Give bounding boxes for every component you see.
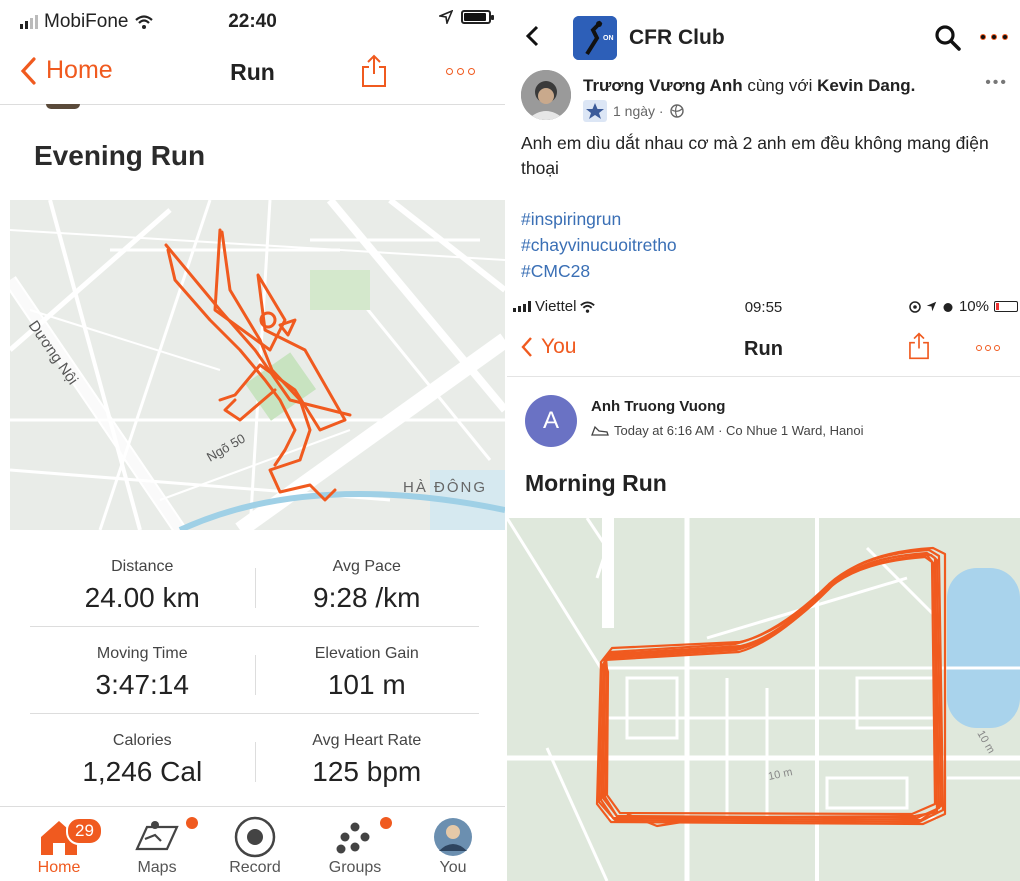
more-options-button[interactable]	[446, 68, 475, 75]
athlete-name[interactable]: Anh Truong Vuong	[591, 398, 725, 415]
page-title: Run	[744, 338, 783, 360]
svg-text:ON: ON	[603, 35, 614, 42]
stat-avg-heart-rate: Avg Heart Rate 125 bpm	[312, 732, 422, 787]
activity-title: Evening Run	[34, 140, 206, 171]
globe-icon	[669, 104, 684, 118]
tab-you[interactable]: You	[408, 815, 498, 877]
post-text: Anh em dìu dắt nhau cơ mà 2 anh em đều k…	[521, 133, 989, 178]
activity-title: Morning Run	[525, 470, 667, 496]
tab-record[interactable]: Record	[210, 815, 300, 877]
strava-evening-run-screen: MobiFone 22:40 Home Run Evening Run Dươn…	[0, 0, 505, 881]
avatar-icon	[434, 818, 472, 856]
author-name[interactable]: Trương Vương Anh	[583, 76, 743, 95]
back-button[interactable]	[525, 22, 539, 54]
hashtag-link[interactable]: #chayvinucuoitretho	[521, 232, 677, 258]
tab-label: Record	[229, 859, 281, 876]
search-icon[interactable]	[934, 24, 962, 52]
tab-label: You	[439, 859, 467, 876]
stats-row: Distance 24.00 km Avg Pace 9:28 /km	[30, 540, 479, 627]
battery-percent: 10%	[958, 298, 989, 315]
battery-icon	[994, 301, 1018, 312]
groups-dot	[380, 817, 392, 829]
stats-grid: Distance 24.00 km Avg Pace 9:28 /km Moving…	[30, 540, 479, 801]
athlete-avatar[interactable]: A	[525, 395, 577, 447]
post-header: Trương Vương Anh cùng với Kevin Dang.	[583, 76, 915, 96]
stats-row: Calories 1,246 Cal Avg Heart Rate 125 bpm	[30, 714, 479, 801]
alarm-icon	[943, 302, 953, 312]
post-time: 1 ngày ·	[613, 103, 664, 119]
hashtag-link[interactable]: #inspiringrun	[521, 206, 677, 232]
record-icon	[234, 816, 276, 858]
stat-elevation-gain: Elevation Gain 101 m	[314, 645, 419, 700]
stat-distance: Distance 24.00 km	[84, 558, 200, 613]
embedded-nav-bar: You Run	[507, 326, 1020, 376]
post-meta: 1 ngày ·	[583, 100, 684, 122]
battery-icon	[461, 10, 494, 24]
chevron-left-icon	[525, 25, 539, 47]
maps-dot	[186, 817, 198, 829]
groups-icon	[336, 822, 370, 854]
tagged-name[interactable]: Kevin Dang.	[817, 76, 915, 95]
tab-home[interactable]: 29 Home	[14, 815, 104, 877]
status-bar: MobiFone 22:40	[0, 0, 505, 40]
nav-bar: Home Run	[0, 44, 505, 100]
share-icon[interactable]	[361, 54, 387, 88]
tab-groups[interactable]: Groups	[310, 815, 400, 877]
badge-icon	[583, 100, 607, 122]
stats-row: Moving Time 3:47:14 Elevation Gain 101 m	[30, 627, 479, 714]
page-title: Run	[230, 59, 275, 85]
hashtag-link[interactable]: #CMC28	[521, 258, 677, 284]
with-text: cùng với	[747, 76, 813, 95]
group-logo: ON	[573, 16, 617, 60]
more-options-button[interactable]	[976, 345, 1000, 351]
facebook-group-post: ON CFR Club Trương Vương Anh cùng với Ke…	[507, 0, 1020, 881]
stat-avg-pace: Avg Pace 9:28 /km	[313, 558, 421, 613]
map-label-district: HÀ ĐÔNG	[403, 479, 487, 496]
status-time: 22:40	[228, 11, 277, 32]
location-arrow-icon	[926, 301, 937, 312]
lock-rotation-icon	[909, 300, 921, 313]
activity-meta: Today at 6:16 AM · Co Nhue 1 Ward, Hanoi	[591, 423, 864, 438]
map-canvas: Dương Nội Ngõ 50 HÀ ĐÔNG	[10, 200, 505, 530]
route-map[interactable]: Dương Nội Ngõ 50 HÀ ĐÔNG	[10, 200, 505, 530]
tab-label: Home	[37, 859, 81, 876]
tab-bar: 29 Home Maps Record Groups You	[0, 806, 505, 881]
hashtag-list: #inspiringrun #chayvinucuoitretho #CMC28	[521, 206, 677, 284]
tab-label: Maps	[137, 859, 177, 876]
tab-maps[interactable]: Maps	[112, 815, 202, 877]
map-icon	[135, 821, 179, 851]
notification-badge: 29	[66, 817, 103, 845]
author-avatar[interactable]	[521, 70, 571, 120]
shoe-icon	[591, 425, 609, 436]
more-options-button[interactable]	[980, 34, 1008, 40]
screenshot-collage: MobiFone 22:40 Home Run Evening Run Dươn…	[0, 0, 1020, 881]
map-canvas: 10 m 10 m	[507, 518, 1020, 881]
tab-label: Groups	[328, 859, 382, 876]
avatar-fragment	[46, 104, 80, 109]
stat-moving-time: Moving Time 3:47:14	[95, 645, 189, 700]
share-icon[interactable]	[908, 332, 930, 360]
group-name[interactable]: CFR Club	[629, 26, 725, 50]
embedded-status-bar: Viettel 09:55 10%	[507, 296, 1020, 322]
location-arrow-icon	[439, 10, 453, 24]
facebook-header: ON CFR Club	[507, 0, 1020, 72]
post-options-button[interactable]: •••	[985, 74, 1008, 92]
stat-calories: Calories 1,246 Cal	[82, 732, 203, 787]
route-map[interactable]: 10 m 10 m	[507, 518, 1020, 881]
